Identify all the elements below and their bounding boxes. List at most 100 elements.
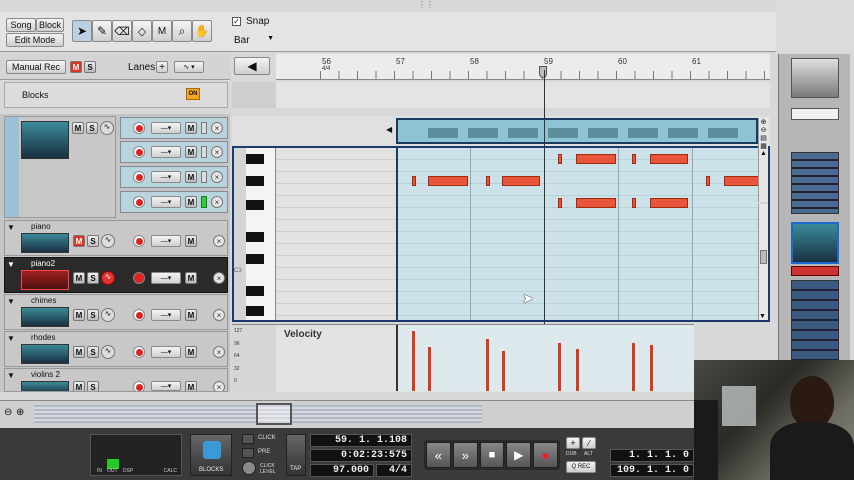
track-dropdown[interactable]: —▾ bbox=[151, 346, 181, 358]
velocity-bar[interactable] bbox=[428, 347, 431, 391]
arrow-tool-icon[interactable]: ➤ bbox=[72, 20, 92, 42]
signature-display[interactable]: 4/4 bbox=[376, 464, 412, 477]
lane-close-icon[interactable]: × bbox=[211, 122, 223, 134]
track-close-icon[interactable]: × bbox=[213, 346, 225, 358]
track-row[interactable]: ▼ violins 2 M S —▾ M × bbox=[4, 368, 228, 392]
velocity-bar[interactable] bbox=[650, 345, 653, 391]
lane-mute-button[interactable]: M bbox=[185, 171, 197, 183]
midi-note[interactable] bbox=[486, 176, 490, 186]
time-display[interactable]: 0:02:23:575 bbox=[310, 449, 412, 462]
edit-mode-button[interactable]: Edit Mode bbox=[6, 33, 64, 47]
song-mode-button[interactable]: Song bbox=[6, 18, 36, 32]
rewind-button[interactable]: « bbox=[426, 442, 451, 468]
track-mute-button[interactable]: M bbox=[72, 122, 84, 134]
midi-note[interactable] bbox=[576, 198, 616, 208]
vertical-zoom-controls[interactable]: ⊕ ⊖ ▤ ▦ ▲ bbox=[758, 118, 768, 202]
track-solo-button[interactable]: S bbox=[87, 272, 99, 284]
midi-note[interactable] bbox=[428, 176, 468, 186]
track-close-icon[interactable]: × bbox=[213, 309, 225, 321]
track-close-icon[interactable]: × bbox=[213, 235, 225, 247]
clip-left-marker-icon[interactable]: ◀ bbox=[386, 125, 392, 134]
velocity-bar[interactable] bbox=[502, 351, 505, 391]
track-rec-button[interactable] bbox=[133, 272, 145, 284]
lane-dropdown[interactable]: —▾ bbox=[151, 122, 181, 134]
midi-note[interactable] bbox=[724, 176, 760, 186]
track-row-selected[interactable]: ▼ piano2 M S ∿ —▾ M × bbox=[4, 257, 228, 293]
track-row[interactable]: ▼ piano M S ∿ —▾ M × bbox=[4, 220, 228, 256]
collapse-triangle-icon[interactable]: ▼ bbox=[7, 260, 15, 269]
midi-note[interactable] bbox=[576, 154, 616, 164]
track-lane-mute-button[interactable]: M bbox=[185, 272, 197, 284]
lane-dropdown[interactable]: —▾ bbox=[151, 146, 181, 158]
zoom-out-icon[interactable]: ⊖ bbox=[4, 407, 12, 418]
midi-note[interactable] bbox=[558, 198, 562, 208]
lanes-menu-button[interactable]: ∿ ▾ bbox=[174, 61, 204, 73]
alt-button[interactable]: ⁄ bbox=[582, 437, 596, 449]
track-mute-button[interactable]: M bbox=[73, 346, 85, 358]
velocity-bar[interactable] bbox=[486, 339, 489, 391]
track-dropdown[interactable]: —▾ bbox=[151, 381, 181, 391]
automation-icon[interactable]: ∿ bbox=[101, 308, 115, 322]
song-overview-bar[interactable]: ⊖ ⊕ bbox=[0, 400, 694, 428]
dub-button[interactable]: + bbox=[566, 437, 580, 449]
eraser-tool-icon[interactable]: ⌫ bbox=[112, 20, 132, 42]
playhead-marker-icon[interactable] bbox=[539, 66, 547, 78]
collapse-triangle-icon[interactable]: ▼ bbox=[7, 297, 15, 306]
vertical-scrollbar[interactable]: ▼ bbox=[758, 204, 768, 320]
lane-close-icon[interactable]: × bbox=[211, 146, 223, 158]
track-dropdown[interactable]: —▾ bbox=[151, 235, 181, 247]
track-lane-mute-button[interactable]: M bbox=[185, 346, 197, 358]
loop-left-display[interactable]: 1. 1. 1. 0 bbox=[610, 449, 694, 462]
stop-button[interactable]: ■ bbox=[479, 442, 505, 468]
track-rec-button[interactable] bbox=[133, 381, 145, 391]
track-mute-button[interactable]: M bbox=[73, 309, 85, 321]
lane-row[interactable]: —▾ M × bbox=[120, 141, 228, 163]
track-lane-mute-button[interactable]: M bbox=[185, 381, 197, 391]
mute-tool-icon[interactable]: M bbox=[152, 20, 172, 42]
rack-overview[interactable] bbox=[778, 54, 850, 394]
master-mute-button[interactable]: M bbox=[70, 61, 82, 73]
lane-mute-button[interactable]: M bbox=[185, 146, 197, 158]
record-button[interactable]: ● bbox=[533, 442, 558, 468]
lane-row[interactable]: —▾ M × bbox=[120, 191, 228, 213]
track-row[interactable]: ▼ chimes M S ∿ —▾ M × bbox=[4, 294, 228, 330]
lane-rec-button[interactable] bbox=[133, 122, 145, 134]
track-solo-button[interactable]: S bbox=[87, 309, 99, 321]
position-display[interactable]: 59. 1. 1.108 bbox=[310, 434, 412, 447]
track-mute-button[interactable]: M bbox=[73, 235, 85, 247]
master-solo-button[interactable]: S bbox=[84, 61, 96, 73]
zoom-in-icon[interactable]: ⊕ bbox=[16, 407, 24, 418]
tap-button[interactable]: TAP bbox=[286, 434, 306, 476]
note-grid[interactable] bbox=[396, 148, 760, 320]
midi-note[interactable] bbox=[558, 154, 562, 164]
snap-value-select[interactable]: Bar ▼ bbox=[234, 35, 274, 47]
click-level-knob[interactable] bbox=[242, 461, 256, 475]
track-expanded[interactable] bbox=[4, 116, 116, 218]
scroll-down-arrow-icon[interactable]: ▼ bbox=[759, 313, 766, 320]
lanes-add-button[interactable]: + bbox=[156, 61, 168, 73]
lane-rec-button[interactable] bbox=[133, 171, 145, 183]
magnify-tool-icon[interactable]: ⌕ bbox=[172, 20, 192, 42]
automation-icon[interactable]: ∿ bbox=[101, 234, 115, 248]
midi-note[interactable] bbox=[706, 176, 710, 186]
ruler[interactable]: 56 4/4 57 58 59 60 61 bbox=[276, 54, 770, 80]
track-solo-button[interactable]: S bbox=[87, 235, 99, 247]
lane-row[interactable]: —▾ M × bbox=[120, 117, 228, 139]
tempo-display[interactable]: 97.000 bbox=[310, 464, 374, 477]
piano-keyboard[interactable]: C3 bbox=[234, 148, 276, 320]
midi-note[interactable] bbox=[650, 154, 688, 164]
collapse-triangle-icon[interactable]: ▼ bbox=[7, 223, 15, 232]
collapse-triangle-icon[interactable]: ▼ bbox=[7, 334, 15, 343]
lane-rec-button[interactable] bbox=[133, 196, 145, 208]
track-dropdown[interactable]: —▾ bbox=[151, 272, 181, 284]
track-solo-button[interactable]: S bbox=[87, 346, 99, 358]
lane-mute-button[interactable]: M bbox=[185, 122, 197, 134]
midi-note[interactable] bbox=[650, 198, 688, 208]
velocity-bar[interactable] bbox=[558, 343, 561, 391]
track-close-icon[interactable]: × bbox=[213, 381, 225, 391]
automation-icon[interactable]: ∿ bbox=[101, 345, 115, 359]
snap-checkbox[interactable]: ✓ bbox=[232, 17, 241, 26]
scroll-thumb[interactable] bbox=[760, 250, 767, 264]
track-lane-mute-button[interactable]: M bbox=[185, 235, 197, 247]
razor-tool-icon[interactable]: ◇ bbox=[132, 20, 152, 42]
